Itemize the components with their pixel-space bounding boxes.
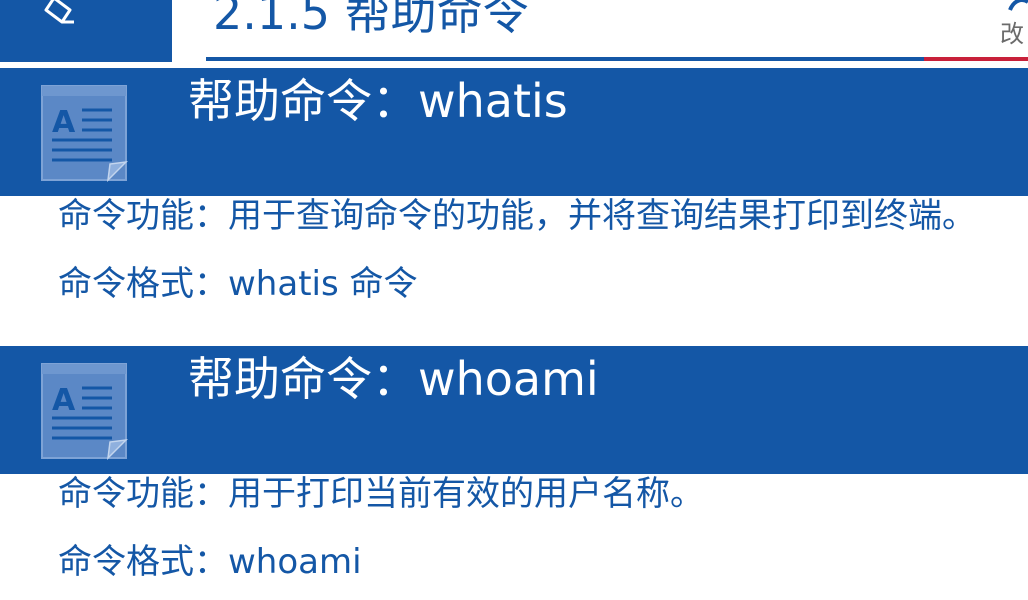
title-underline-blue — [206, 57, 924, 61]
svg-text:A: A — [52, 105, 76, 140]
whoami-function-text: 命令功能：用于打印当前有效的用户名称。 — [58, 474, 704, 514]
title-underline-red — [924, 57, 1028, 61]
section-banner-whatis: A 帮助命令：whatis — [0, 68, 1028, 196]
section-title-whatis: 帮助命令：whatis — [188, 74, 568, 128]
section-title-whoami: 帮助命令：whoami — [188, 352, 599, 406]
logo-text: 改 — [1000, 20, 1024, 48]
document-icon: A — [41, 85, 128, 182]
header-left-block — [0, 0, 172, 62]
logo: 改 — [998, 0, 1028, 50]
whatis-format-text: 命令格式：whatis 命令 — [58, 264, 418, 304]
section-banner-whoami: A 帮助命令：whoami — [0, 346, 1028, 474]
document-icon: A — [41, 363, 128, 460]
whoami-format-text: 命令格式：whoami — [58, 542, 362, 582]
whatis-function-text: 命令功能：用于查询命令的功能，并将查询结果打印到终端。 — [58, 196, 976, 236]
logo-mark-icon — [1008, 0, 1028, 11]
page-title: 2.1.5 帮助命令 — [213, 0, 529, 40]
svg-text:A: A — [52, 383, 76, 418]
pencil-icon — [44, 0, 74, 24]
